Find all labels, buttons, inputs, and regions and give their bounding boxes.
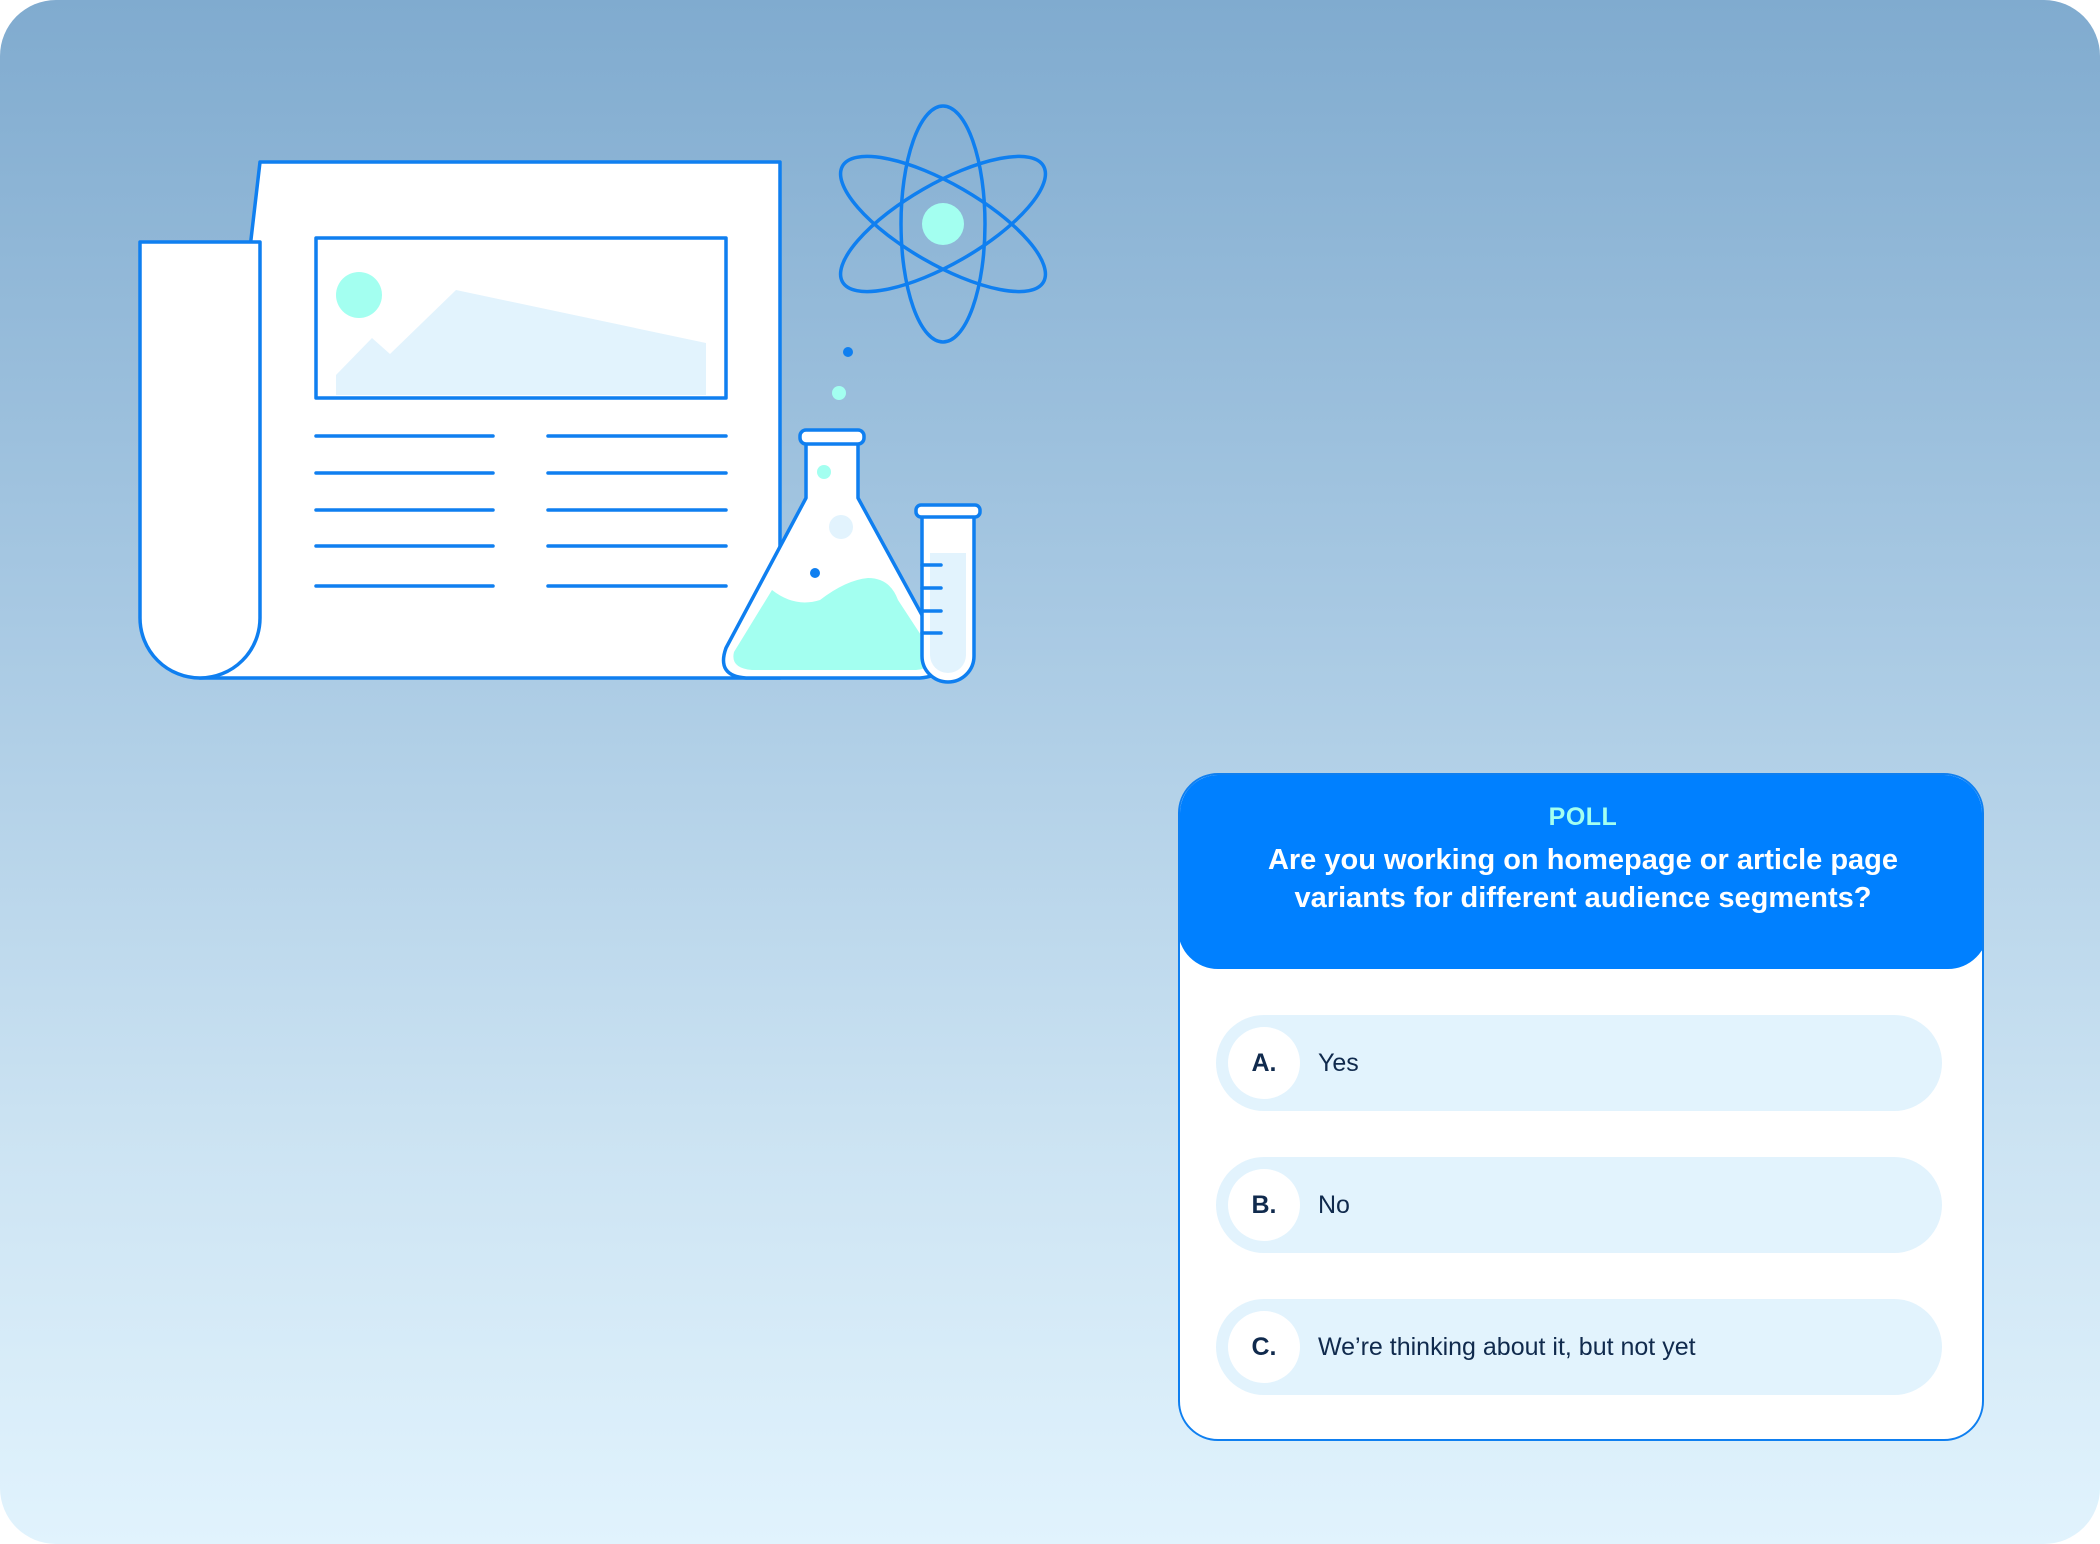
image-placeholder-icon	[314, 236, 728, 400]
poll-option-a[interactable]: A. Yes	[1216, 1015, 1942, 1111]
option-label: No	[1318, 1191, 1350, 1219]
option-letter-badge: A.	[1228, 1027, 1300, 1099]
option-label: We’re thinking about it, but not yet	[1318, 1333, 1696, 1361]
poll-tag: POLL	[1548, 803, 1618, 831]
poll-option-b[interactable]: B. No	[1216, 1157, 1942, 1253]
poll-card: POLL Are you working on homepage or arti…	[1178, 773, 1984, 1441]
option-label: Yes	[1318, 1049, 1359, 1077]
poll-header: POLL Are you working on homepage or arti…	[1180, 775, 1982, 969]
test-tube-icon	[914, 503, 982, 684]
option-letter-badge: B.	[1228, 1169, 1300, 1241]
newspaper-icon	[138, 160, 782, 680]
atom-icon	[838, 104, 1048, 344]
option-letter-badge: C.	[1228, 1311, 1300, 1383]
poll-option-c[interactable]: C. We’re thinking about it, but not yet	[1216, 1299, 1942, 1395]
poll-question: Are you working on homepage or article p…	[1267, 844, 1899, 914]
background-canvas: POLL Are you working on homepage or arti…	[0, 0, 2100, 1544]
illustration	[138, 104, 1048, 684]
